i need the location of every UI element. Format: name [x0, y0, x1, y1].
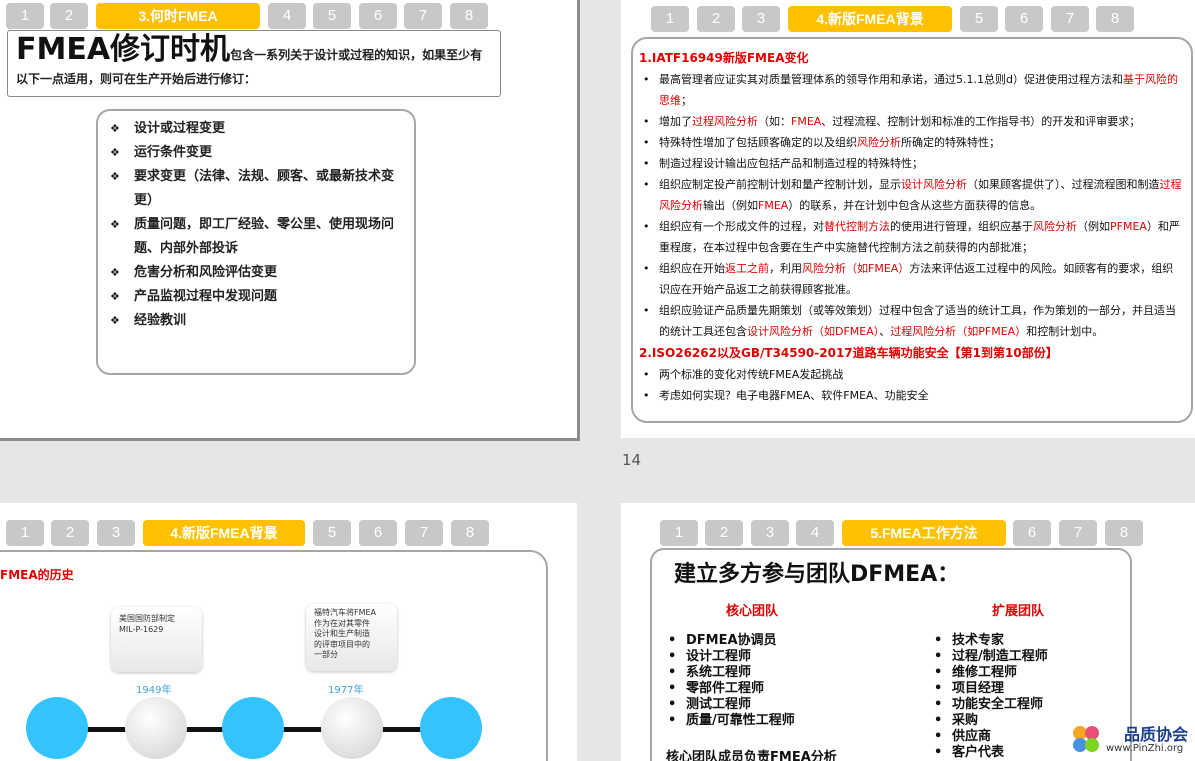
slide-thumbnail-new-fmea-background[interactable]: 1 2 3 4.新版FMEA背景 5 6 7 8 1.IATF16949新版FM…	[621, 0, 1195, 438]
bullet: 组织应在开始返工之前，利用风险分析（如FMEA）方法来评估返工过程中的风险。如顾…	[639, 258, 1183, 300]
tab-2[interactable]: 2	[697, 6, 735, 32]
core-team-label: 核心团队	[726, 604, 779, 619]
list-item: 系统工程师	[666, 665, 795, 681]
tab-8[interactable]: 8	[1096, 6, 1134, 32]
timeline-node	[222, 697, 284, 759]
tab-8[interactable]: 8	[1105, 520, 1143, 546]
tab-8[interactable]: 8	[451, 520, 489, 546]
list-item: 供应商	[932, 729, 1048, 745]
tab-3[interactable]: 3	[742, 6, 780, 32]
timeline-node	[26, 697, 88, 759]
slide-title: FMEA修订时机	[16, 32, 231, 67]
tab-4[interactable]: 4	[796, 520, 834, 546]
list-item: 运行条件变更	[98, 141, 414, 165]
tab-4[interactable]: 4	[268, 3, 306, 29]
watermark: 品质协会 www.PinZhi.org	[1068, 719, 1193, 759]
tab-1[interactable]: 1	[6, 3, 44, 29]
list-item: 过程/制造工程师	[932, 649, 1048, 665]
page-number: 14	[622, 451, 642, 469]
tab-8[interactable]: 8	[450, 3, 488, 29]
list-item: 项目经理	[932, 681, 1048, 697]
tab-2[interactable]: 2	[705, 520, 743, 546]
section-heading-iso26262: 2.ISO26262以及GB/T34590-2017道路车辆功能安全【第1到第1…	[639, 346, 1058, 360]
watermark-brand: 品质协会	[1124, 725, 1189, 744]
team-box: 建立多方参与团队DFMEA： 核心团队 扩展团队 DFMEA协调员 设计工程师 …	[650, 548, 1132, 761]
tab-7[interactable]: 7	[1059, 520, 1097, 546]
team-footer-note: 核心团队成员负责FMEA分析	[666, 750, 837, 761]
revision-conditions-box: 设计或过程变更 运行条件变更 要求变更（法律、法规、顾客、或最新技术变更） 质量…	[96, 109, 416, 375]
list-item: 零部件工程师	[666, 681, 795, 697]
bullet: 组织应验证产品质量先期策划（或等效策划）过程中包含了适当的统计工具，作为策划的一…	[639, 300, 1183, 342]
list-item: 经验教训	[98, 309, 414, 333]
tab-6[interactable]: 6	[1005, 6, 1043, 32]
title-box: FMEA修订时机包含一系列关于设计或过程的知识，如果至少有以下一点适用，则可在生…	[7, 30, 501, 97]
slide-thumbnail-fmea-history[interactable]: 1 2 3 4.新版FMEA背景 5 6 7 8 FMEA的历史 美国国防部制定…	[0, 503, 577, 761]
list-item: 客户代表	[932, 745, 1048, 761]
list-item: 危害分析和风险评估变更	[98, 261, 414, 285]
list-item: 要求变更（法律、法规、顾客、或最新技术变更）	[98, 165, 414, 213]
tab-5[interactable]: 5	[313, 520, 351, 546]
tab-2[interactable]: 2	[50, 3, 88, 29]
tab-3[interactable]: 3	[751, 520, 789, 546]
tab-3[interactable]: 3	[97, 520, 135, 546]
bullet: 增加了过程风险分析（如：FMEA、过程流程、控制计划和标准的工作指导书）的开发和…	[639, 111, 1183, 132]
bullet: 两个标准的变化对传统FMEA发起挑战	[639, 364, 1183, 385]
tab-4-new-fmea-background[interactable]: 4.新版FMEA背景	[788, 6, 952, 32]
tab-1[interactable]: 1	[651, 6, 689, 32]
extended-team-list: 技术专家 过程/制造工程师 维修工程师 项目经理 功能安全工程师 采购 供应商 …	[932, 633, 1048, 761]
tab-6[interactable]: 6	[1013, 520, 1051, 546]
section-heading-iatf: 1.IATF16949新版FMEA变化	[639, 51, 809, 65]
list-item: 质量问题，即工厂经验、零公里、使用现场问题、内部外部投诉	[98, 213, 414, 261]
list-item: DFMEA协调员	[666, 633, 795, 649]
list-item: 采购	[932, 713, 1048, 729]
brand-logo-icon	[1073, 726, 1099, 752]
bullet: 制造过程设计输出应包括产品和制造过程的特殊特性；	[639, 153, 1183, 174]
tab-6[interactable]: 6	[359, 3, 397, 29]
timeline-node	[420, 697, 482, 759]
bullet: 特殊特性增加了包括顾客确定的以及组织风险分析所确定的特殊特性；	[639, 132, 1183, 153]
list-item: 设计或过程变更	[98, 117, 414, 141]
list-item: 功能安全工程师	[932, 697, 1048, 713]
history-heading: FMEA的历史	[0, 568, 74, 582]
tab-5-fmea-method[interactable]: 5.FMEA工作方法	[842, 520, 1006, 546]
tab-1[interactable]: 1	[6, 520, 44, 546]
list-item: 质量/可靠性工程师	[666, 713, 795, 729]
watermark-url: www.PinZhi.org	[1106, 743, 1184, 754]
tab-2[interactable]: 2	[51, 520, 89, 546]
list-item: 维修工程师	[932, 665, 1048, 681]
bullet: 组织应有一个形成文件的过程，对替代控制方法的使用进行管理，组织应基于风险分析（例…	[639, 216, 1183, 258]
content-box: 1.IATF16949新版FMEA变化 最高管理者应证实其对质量管理体系的领导作…	[631, 37, 1193, 423]
tab-4-new-fmea-background[interactable]: 4.新版FMEA背景	[143, 520, 305, 546]
list-item: 测试工程师	[666, 697, 795, 713]
tab-7[interactable]: 7	[404, 3, 442, 29]
timeline-node-1977	[321, 697, 383, 759]
tab-7[interactable]: 7	[1051, 6, 1089, 32]
bullet: 组织应制定投产前控制计划和量产控制计划，显示设计风险分析（如果顾客提供了）、过程…	[639, 174, 1183, 216]
bullet: 最高管理者应证实其对质量管理体系的领导作用和承诺，通过5.1.1总则d）促进使用…	[639, 69, 1183, 111]
team-title: 建立多方参与团队DFMEA：	[674, 562, 960, 587]
timeline-note-1977: 福特汽车将FMEA 作为在对其零件 设计和生产制造 的评审项目中的 一部分	[306, 604, 397, 671]
slide-thumbnail-when-fmea[interactable]: 1 2 3.何时FMEA 4 5 6 7 8 FMEA修订时机包含一系列关于设计…	[0, 0, 580, 441]
list-item: 技术专家	[932, 633, 1048, 649]
extended-team-label: 扩展团队	[992, 604, 1045, 619]
year-label-1977: 1977年	[328, 685, 364, 696]
tab-5[interactable]: 5	[960, 6, 998, 32]
tab-5[interactable]: 5	[313, 3, 351, 29]
core-team-list: DFMEA协调员 设计工程师 系统工程师 零部件工程师 测试工程师 质量/可靠性…	[666, 633, 795, 729]
tab-1[interactable]: 1	[660, 520, 698, 546]
year-label-1949: 1949年	[136, 685, 172, 696]
tab-3-when-fmea[interactable]: 3.何时FMEA	[96, 3, 260, 29]
list-item: 产品监视过程中发现问题	[98, 285, 414, 309]
timeline-note-1949: 美国国防部制定 MIL-P-1629	[111, 607, 202, 672]
bullet: 考虑如何实现？电子电器FMEA、软件FMEA、功能安全	[639, 385, 1183, 406]
tab-7[interactable]: 7	[405, 520, 443, 546]
timeline-node-1949	[125, 697, 187, 759]
list-item: 设计工程师	[666, 649, 795, 665]
tab-6[interactable]: 6	[359, 520, 397, 546]
